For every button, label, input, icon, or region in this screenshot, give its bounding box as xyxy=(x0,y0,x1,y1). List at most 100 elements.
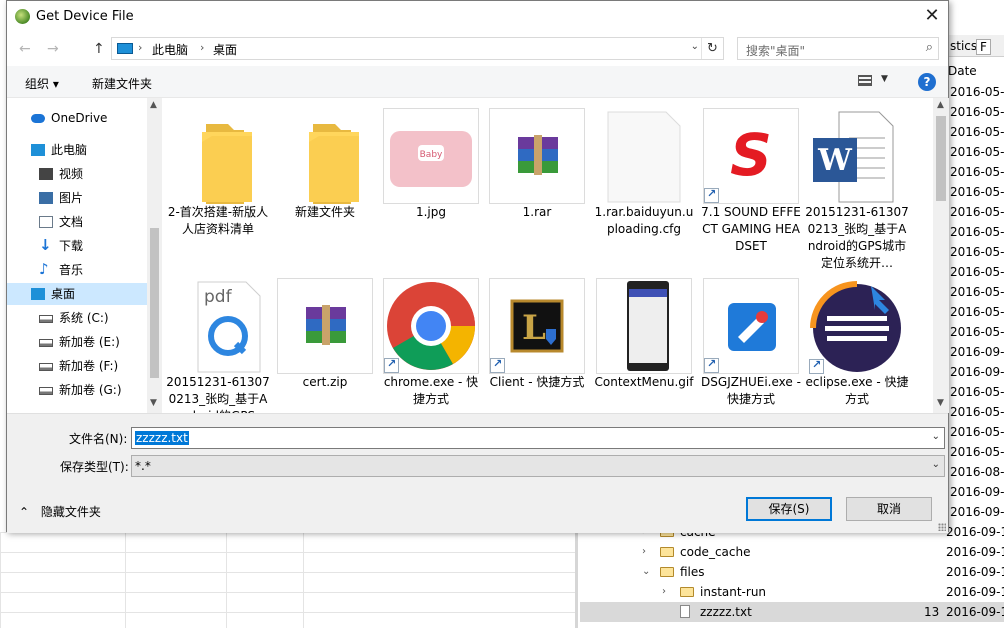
scroll-down-icon[interactable]: ▼ xyxy=(937,398,944,408)
sidebar-item[interactable]: ♪ 音乐 xyxy=(7,259,147,281)
help-icon[interactable]: ? xyxy=(918,73,936,91)
file-tile[interactable]: chrome.exe - 快捷方式 xyxy=(379,278,483,413)
table-column-divider xyxy=(303,532,304,628)
scrollbar-thumb[interactable] xyxy=(936,116,946,201)
back-arrow-icon[interactable]: ← xyxy=(19,41,31,57)
file-tile[interactable]: DSGJZHUEi.exe - 快捷方式 xyxy=(699,278,803,413)
address-bar[interactable]: › 此电脑 › 桌面 ⌄ ↻ xyxy=(111,37,724,60)
sidebar-item[interactable]: 新加卷 (F:) xyxy=(7,355,147,377)
search-input[interactable]: 搜索"桌面" ⌕ xyxy=(737,37,939,60)
scroll-down-icon[interactable]: ▼ xyxy=(150,398,157,408)
view-options-icon[interactable] xyxy=(858,75,872,86)
scroll-up-icon[interactable]: ▲ xyxy=(937,100,944,110)
drive-icon xyxy=(39,387,53,395)
breadcrumb-desktop[interactable]: 桌面 xyxy=(213,41,237,58)
sidebar-item[interactable]: ↓ 下载 xyxy=(7,235,147,257)
breadcrumb-this-pc[interactable]: 此电脑 xyxy=(152,41,188,58)
tree-row[interactable]: › instant-run 2016-09-1 xyxy=(580,582,1004,602)
chevron-down-icon[interactable]: ▼ xyxy=(881,74,888,84)
file-tile[interactable]: L Client - 快捷方式 xyxy=(485,278,589,413)
date-cell: 2016-05-0 xyxy=(950,125,1004,139)
date-cell: 2016-09-1 xyxy=(950,505,1004,519)
svg-text:S: S xyxy=(730,121,772,189)
resize-grip[interactable] xyxy=(938,523,946,531)
hide-folders-toggle[interactable]: ⌃ 隐藏文件夹 xyxy=(19,503,101,520)
scrollbar-thumb[interactable] xyxy=(150,228,159,378)
file-tile[interactable]: ContextMenu.gif xyxy=(592,278,696,413)
tree-item-name: code_cache xyxy=(680,545,751,559)
chevron-right-icon[interactable]: › xyxy=(138,41,142,54)
search-icon[interactable]: ⌕ xyxy=(926,40,933,55)
expand-arrow-icon[interactable]: › xyxy=(662,582,666,602)
date-cell: 2016-09-1 xyxy=(950,365,1004,379)
tree-row[interactable]: zzzzz.txt 13 2016-09-1 xyxy=(580,602,1004,622)
sidebar-scrollbar[interactable]: ▲ ▼ xyxy=(147,98,162,413)
chevron-down-icon[interactable]: ⌄ xyxy=(932,459,940,470)
file-tile[interactable]: 1.rar.baiduyun.uploading.cfg xyxy=(592,108,696,268)
sidebar-item[interactable]: 新加卷 (E:) xyxy=(7,331,147,353)
save-button[interactable]: 保存(S) xyxy=(746,497,832,521)
organize-button[interactable]: 组织 ▾ xyxy=(25,75,59,92)
file-name: 2-首次搭建-新版人人店资料清单 xyxy=(167,205,269,236)
filetype-select[interactable]: *.* ⌄ xyxy=(131,455,945,477)
scroll-up-icon[interactable]: ▲ xyxy=(150,100,157,110)
image-thumbnail: Baby xyxy=(383,108,479,204)
sidebar-item[interactable]: OneDrive xyxy=(7,107,147,129)
file-tile[interactable]: pdf 20151231-613070213_张昀_基于Android的GPS xyxy=(166,278,270,413)
cancel-button[interactable]: 取消 xyxy=(846,497,932,521)
tree-item-date: 2016-09-1 xyxy=(946,545,1004,559)
tab-file-explorer[interactable]: F xyxy=(976,39,991,55)
chevron-down-icon[interactable]: ⌄ xyxy=(932,431,940,442)
sidebar-item[interactable]: 视频 xyxy=(7,163,147,185)
pane-splitter[interactable] xyxy=(575,532,578,628)
tree-item-name: instant-run xyxy=(700,585,767,599)
tree-item-name: files xyxy=(680,565,705,579)
sidebar-item[interactable]: 系统 (C:) xyxy=(7,307,147,329)
chevron-down-icon[interactable]: ⌄ xyxy=(691,41,699,52)
file-tile[interactable]: W 20151231-613070213_张昀_基于Android的GPS城市定位… xyxy=(805,108,909,270)
file-tile[interactable]: Baby 1.jpg xyxy=(379,108,483,268)
computer-icon xyxy=(31,144,45,156)
up-arrow-icon[interactable]: ↑ xyxy=(93,41,105,57)
sidebar-item[interactable]: 此电脑 xyxy=(7,139,147,161)
navigation-pane: ▲ ▼ OneDrive 此电脑 视频 图片 文档 ↓ 下载 ♪ 音乐 桌面 系统 (C:) 新加卷 … xyxy=(7,98,162,413)
sidebar-item[interactable]: 桌面 xyxy=(7,283,147,305)
file-name: 1.jpg xyxy=(415,205,447,219)
tree-item-name: zzzzz.txt xyxy=(700,605,752,619)
sidebar-item-label: 此电脑 xyxy=(51,143,88,157)
chevron-right-icon[interactable]: › xyxy=(200,41,204,54)
file-name: cert.zip xyxy=(302,375,348,389)
folder-icon xyxy=(277,108,373,204)
svg-text:W: W xyxy=(817,143,853,178)
tab-statistics[interactable]: stics xyxy=(950,39,977,53)
expand-arrow-icon[interactable]: › xyxy=(642,542,646,562)
refresh-icon[interactable]: ↻ xyxy=(701,38,723,59)
file-list-scrollbar[interactable]: ▲ ▼ xyxy=(933,98,949,413)
file-tile[interactable]: S 7.1 SOUND EFFECT GAMING HEADSET xyxy=(699,108,803,268)
file-name: ContextMenu.gif xyxy=(594,375,694,389)
tree-row[interactable]: ⌄ files 2016-09-1 xyxy=(580,562,1004,582)
file-tile[interactable]: 1.rar xyxy=(485,108,589,268)
forward-arrow-icon[interactable]: → xyxy=(47,41,59,57)
file-tile[interactable]: 2-首次搭建-新版人人店资料清单 xyxy=(166,108,270,268)
sidebar-item[interactable]: 新加卷 (G:) xyxy=(7,379,147,401)
sidebar-item[interactable]: 文档 xyxy=(7,211,147,233)
sidebar-item[interactable]: 图片 xyxy=(7,187,147,209)
collapse-arrow-icon[interactable]: ⌄ xyxy=(642,562,650,582)
filename-field[interactable]: zzzzz.txt ⌄ xyxy=(131,427,945,449)
tree-item-size: 13 xyxy=(924,605,940,619)
date-cell: 2016-08-3 xyxy=(950,465,1004,479)
file-tile[interactable]: 新建文件夹 xyxy=(273,108,377,268)
word-icon: W xyxy=(809,108,905,204)
date-cell: 2016-05-0 xyxy=(950,145,1004,159)
file-tile[interactable]: eclipse.exe - 快捷方式 xyxy=(805,278,909,413)
file-tile[interactable]: cert.zip xyxy=(273,278,377,413)
new-folder-button[interactable]: 新建文件夹 xyxy=(92,75,152,92)
filename-value[interactable]: zzzzz.txt xyxy=(135,431,189,445)
tree-row[interactable]: › code_cache 2016-09-1 xyxy=(580,542,1004,562)
sidebar-item-label: 新加卷 (G:) xyxy=(59,383,122,397)
file-name: 1.rar xyxy=(522,205,552,219)
close-button[interactable]: ✕ xyxy=(916,1,948,32)
date-column-header[interactable]: Date xyxy=(948,64,977,78)
sidebar-item-label: OneDrive xyxy=(51,111,108,125)
